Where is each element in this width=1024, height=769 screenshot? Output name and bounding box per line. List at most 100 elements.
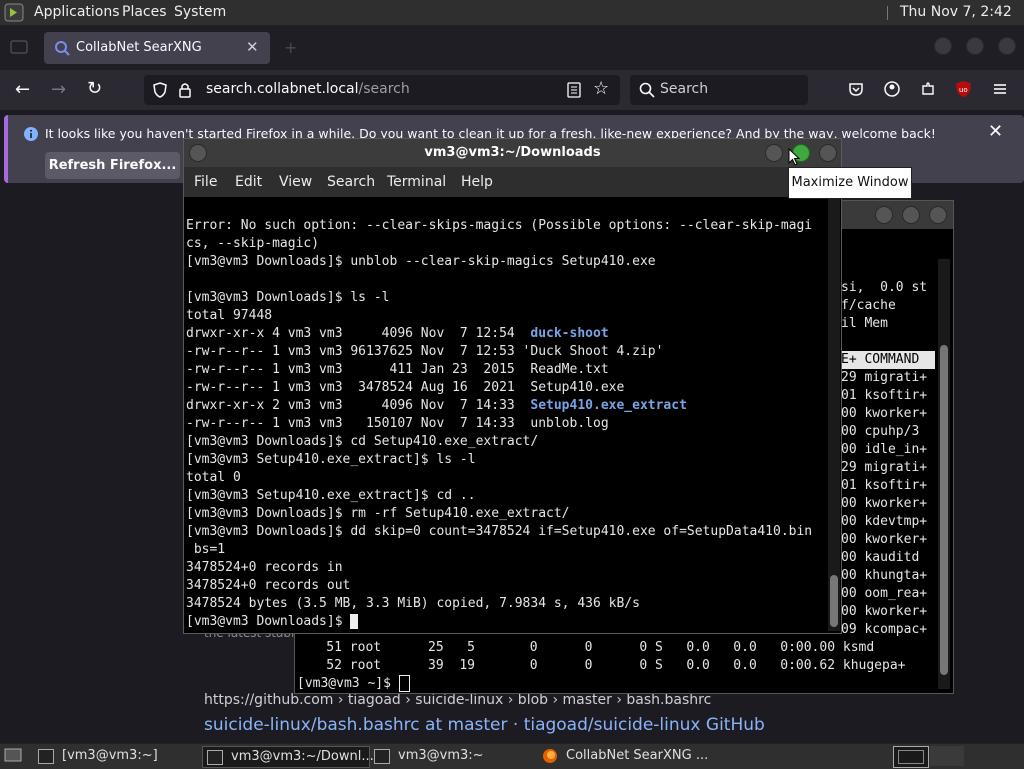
top-terminal-scrollbar[interactable] [938,259,950,689]
top-terminal-minimize-icon[interactable] [875,206,893,224]
refresh-firefox-button[interactable]: Refresh Firefox... [45,152,180,179]
terminal-titlebar[interactable]: vm3@vm3:~/Downloads [184,139,841,167]
top-process-row: 09 kcompac+ [841,622,928,637]
tab-collabnet-searxng[interactable]: CollabNet SearXNG ✕ [44,32,270,64]
mouse-pointer-icon [788,148,800,166]
top-process-row: 00 kauditd [841,550,920,565]
terminal-scroll-thumb[interactable] [830,575,838,627]
terminal-minimize-icon[interactable] [765,144,783,162]
app-menu-icon[interactable] [992,82,1008,96]
terminal-window[interactable]: vm3@vm3:~/Downloads File Edit View Searc… [183,138,842,634]
bookmark-star-icon[interactable]: ☆ [593,78,609,99]
terminal-line: 3478524+0 records in [186,560,343,575]
new-tab-icon[interactable]: + [284,38,297,57]
url-bar[interactable]: search.collabnet.local/search ☆ [144,75,620,105]
terminal-line: -rw-r--r-- 1 vm3 vm3 150107 Nov 7 14:33 … [186,416,609,431]
search-bar[interactable]: Search [630,75,808,105]
terminal-line: [vm3@vm3 Downloads]$ unblob --clear-skip… [186,254,656,269]
account-icon[interactable] [884,81,900,97]
directory-entry: duck-shoot [530,326,609,341]
reader-view-icon[interactable] [567,82,581,98]
terminal-line: -rw-r--r-- 1 vm3 vm3 3478524 Aug 16 2021… [186,380,625,395]
top-process-row: 29 migrati+ [841,370,928,385]
terminal-output[interactable]: Error: No such option: --clear-skips-mag… [186,217,826,631]
menu-help[interactable]: Help [461,167,493,197]
shield-icon[interactable] [152,82,168,98]
ublock-origin-icon[interactable]: uo [955,80,972,98]
top-process-row: 00 khungta+ [841,568,928,583]
top-process-row: 00 kworker+ [841,496,928,511]
forward-icon[interactable]: → [51,79,66,100]
maximize-window-tooltip: Maximize Window [788,167,912,199]
cursor [398,675,410,692]
reload-icon[interactable]: ↻ [87,78,102,99]
top-header-line: si, 0.0 st [841,280,928,295]
terminal-line: [vm3@vm3 Downloads]$ dd skip=0 count=347… [186,524,813,539]
pocket-icon[interactable] [848,81,864,97]
top-terminal-scroll-thumb[interactable] [940,345,948,675]
terminal-line: [vm3@vm3 Downloads]$ [186,613,826,631]
terminal-scrollbar[interactable] [828,197,840,631]
menu-edit[interactable]: Edit [235,167,262,197]
menu-file[interactable]: File [194,167,217,197]
searxng-favicon-icon [54,40,70,56]
svg-text:uo: uo [959,86,968,94]
show-desktop-icon[interactable] [4,748,22,762]
tab-close-icon[interactable]: ✕ [246,38,259,56]
result-title-link[interactable]: suicide-linux/bash.bashrc at master · ti… [204,715,765,735]
terminal-line: -rw-r--r-- 1 vm3 vm3 411 Jan 23 2015 Rea… [186,362,609,377]
extensions-icon[interactable] [920,81,936,97]
top-header-line: f/cache [841,298,896,313]
info-icon [23,126,39,142]
terminal-line: Error: No such option: --clear-skips-mag… [186,218,813,233]
terminal-icon [374,749,390,764]
taskbar-item[interactable]: vm3@vm3:~ [372,746,532,766]
terminal-line: [vm3@vm3 Setup410.exe_extract]$ ls -l [186,452,476,467]
url-host: search.collabnet.local [206,81,359,97]
top-process-row: 00 cpuhp/3 [841,424,920,439]
taskbar-item[interactable]: [vm3@vm3:~] [36,746,196,766]
menu-terminal[interactable]: Terminal [387,167,446,197]
system-menu[interactable]: System [174,0,226,25]
terminal-line: drwxr-xr-x 2 vm3 vm3 4096 Nov 7 14:33 Se… [186,398,687,413]
lock-icon[interactable] [178,82,192,98]
menu-search[interactable]: Search [327,167,375,197]
menu-view[interactable]: View [279,167,312,197]
terminal-icon [207,750,223,765]
terminal-close-icon[interactable] [819,144,837,162]
top-terminal-close-icon[interactable] [929,206,947,224]
top-process-row: 01 ksoftir+ [841,388,928,403]
top-process-row: 00 idle_in+ [841,442,928,457]
taskbar-item[interactable]: CollabNet SearXNG ... [540,746,720,766]
top-process-row: 00 oom_rea+ [841,586,928,601]
taskbar-item[interactable]: vm3@vm3:~/Downl... [202,746,374,768]
firefox-icon [542,748,558,764]
terminal-icon [38,749,54,764]
notification-close-icon[interactable]: ✕ [988,121,1003,142]
terminal-line: 3478524+0 records out [186,578,351,593]
back-icon[interactable]: ← [15,79,30,100]
directory-entry: Setup410.exe_extract [530,398,687,413]
top-process-row: 51 root 25 5 0 0 0 S 0.0 0.0 0:00.00 ksm… [295,640,875,655]
top-terminal-prompt: [vm3@vm3 ~]$ [297,675,410,693]
applications-menu[interactable]: Applications [34,0,120,25]
tab-list-icon[interactable] [10,40,28,54]
workspace-switcher-icon[interactable] [893,746,929,768]
distro-logo-icon[interactable] [4,3,24,22]
terminal-line: 3478524 bytes (3.5 MB, 3.3 MiB) copied, … [186,596,640,611]
workspace-switcher-icon[interactable] [930,746,964,766]
clock[interactable]: Thu Nov 7, 2:42 PM [900,0,1024,45]
terminal-line: drwxr-xr-x 4 vm3 vm3 4096 Nov 7 12:54 du… [186,326,609,341]
terminal-line: [vm3@vm3 Downloads]$ ls -l [186,290,390,305]
top-process-row: 00 kworker+ [841,604,928,619]
top-process-row: 29 migrati+ [841,460,928,475]
window-maximize-icon[interactable] [966,37,984,55]
window-minimize-icon[interactable] [934,37,952,55]
url-path: /search [358,81,410,97]
places-menu[interactable]: Places [122,0,167,25]
result-url: https://github.com › tiagoad › suicide-l… [204,692,712,708]
top-process-row: 00 kworker+ [841,532,928,547]
terminal-menubar: File Edit View Search Terminal Help [184,167,841,197]
window-close-icon[interactable] [998,37,1016,55]
top-terminal-maximize-icon[interactable] [902,206,920,224]
